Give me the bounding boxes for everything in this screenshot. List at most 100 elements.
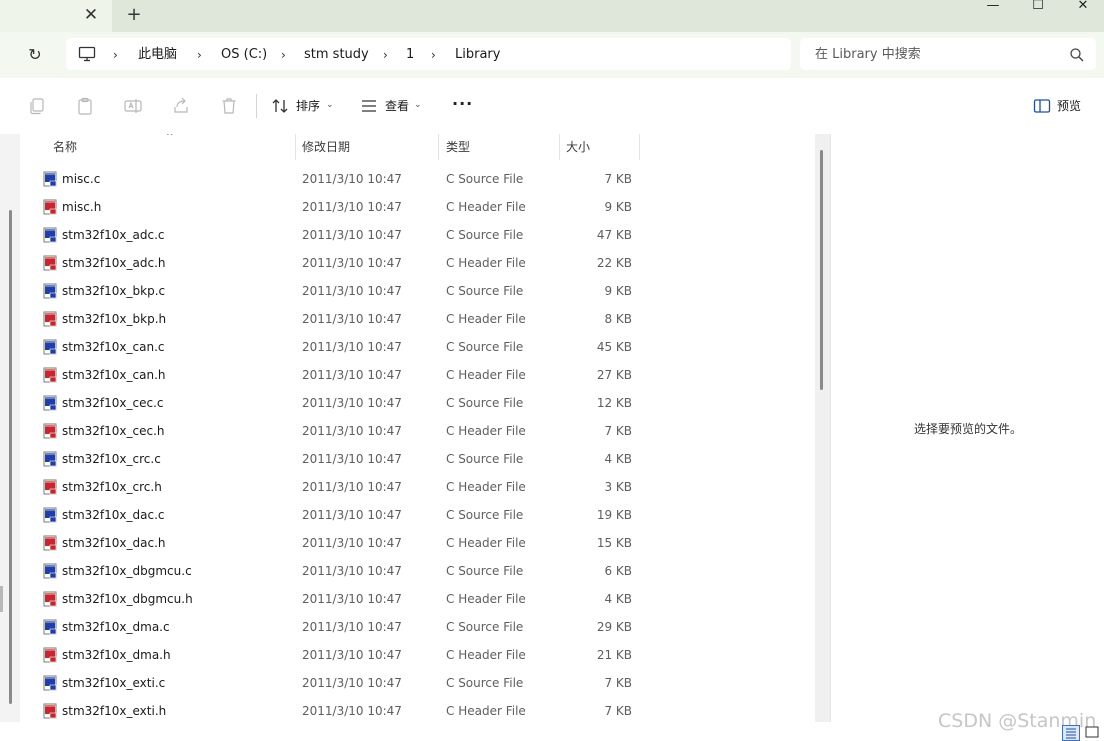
table-row[interactable]: misc.c 2011/3/10 10:47 C Source File 7 KB [20,165,640,193]
c-header-file-icon [43,535,57,551]
breadcrumb-drive-c[interactable]: OS (C:) [221,47,267,63]
table-row[interactable]: stm32f10x_dbgmcu.h 2011/3/10 10:47 C Heade… [20,585,640,613]
breadcrumb-folder-1[interactable]: 1 [406,47,414,63]
rename-icon[interactable] [123,96,143,116]
share-icon[interactable] [171,96,191,116]
new-tab-icon[interactable]: + [125,6,143,24]
view-icon[interactable] [359,96,379,116]
file-type: C Source File [446,620,524,634]
file-size: 22 KB [596,256,632,270]
close-window-icon[interactable]: ✕ [1060,0,1104,14]
table-row[interactable]: stm32f10x_dac.c 2011/3/10 10:47 C Source F… [20,501,640,529]
column-header-date[interactable]: 修改日期 [302,134,350,160]
column-divider[interactable] [559,134,560,160]
table-row[interactable]: stm32f10x_exti.c 2011/3/10 10:47 C Source … [20,669,640,697]
breadcrumb-stm-study[interactable]: stm study [304,47,369,63]
column-divider[interactable] [295,134,296,160]
file-type: C Source File [446,452,524,466]
file-date: 2011/3/10 10:47 [302,228,402,242]
file-list-scrollbar[interactable] [815,134,830,722]
large-icons-view-icon[interactable] [1084,725,1100,739]
navigation-pane-scrollbar[interactable] [9,210,12,704]
scrollbar-thumb[interactable] [820,150,823,390]
table-row[interactable]: stm32f10x_exti.h 2011/3/10 10:47 C Header … [20,697,640,722]
paste-icon[interactable] [75,96,95,116]
file-type: C Header File [446,200,526,214]
c-header-file-icon [43,367,57,383]
c-source-file-icon [43,395,57,411]
table-row[interactable]: stm32f10x_adc.h 2011/3/10 10:47 C Header F… [20,249,640,277]
file-size: 3 KB [604,480,632,494]
table-row[interactable]: stm32f10x_adc.c 2011/3/10 10:47 C Source F… [20,221,640,249]
sort-icon[interactable] [270,96,290,116]
breadcrumb-this-pc[interactable]: 此电脑 [138,47,177,63]
search-icon[interactable] [1069,47,1085,63]
file-name: stm32f10x_dbgmcu.c [62,564,192,578]
refresh-icon[interactable]: ↻ [24,44,46,66]
minimize-icon[interactable]: — [970,0,1016,14]
c-header-file-icon [43,423,57,439]
table-row[interactable]: stm32f10x_cec.c 2011/3/10 10:47 C Source F… [20,389,640,417]
file-size: 47 KB [596,228,632,242]
delete-icon[interactable] [219,96,239,116]
breadcrumb-separator[interactable]: › [281,47,286,63]
chevron-down-icon[interactable]: ⌄ [414,99,422,111]
preview-button[interactable]: 预览 [1057,98,1081,114]
table-row[interactable]: stm32f10x_dbgmcu.c 2011/3/10 10:47 C Sourc… [20,557,640,585]
breadcrumb-separator[interactable]: › [113,47,118,63]
details-view-icon[interactable] [1062,725,1080,741]
table-row[interactable]: stm32f10x_can.c 2011/3/10 10:47 C Source F… [20,333,640,361]
toolbar-divider [256,94,257,118]
more-options-button[interactable]: ··· [452,96,473,112]
column-divider[interactable] [438,134,439,160]
c-source-file-icon [43,171,57,187]
file-size: 7 KB [604,424,632,438]
table-row[interactable]: stm32f10x_dac.h 2011/3/10 10:47 C Header F… [20,529,640,557]
maximize-icon[interactable]: ☐ [1015,0,1061,14]
breadcrumb-separator[interactable]: › [431,47,436,63]
preview-pane-icon[interactable] [1032,96,1052,116]
table-row[interactable]: stm32f10x_bkp.c 2011/3/10 10:47 C Source F… [20,277,640,305]
close-tab-icon[interactable]: ✕ [83,6,99,24]
copy-icon[interactable] [27,96,47,116]
column-divider[interactable] [639,134,640,160]
file-date: 2011/3/10 10:47 [302,368,402,382]
breadcrumb-separator[interactable]: › [197,47,202,63]
file-type: C Source File [446,172,524,186]
file-date: 2011/3/10 10:47 [302,648,402,662]
c-source-file-icon [43,619,57,635]
title-bar: ✕ + — ☐ ✕ [0,0,1104,32]
search-input[interactable]: 在 Library 中搜索 [815,47,921,63]
table-row[interactable]: stm32f10x_bkp.h 2011/3/10 10:47 C Header F… [20,305,640,333]
file-name: stm32f10x_adc.c [62,228,165,242]
table-row[interactable]: stm32f10x_can.h 2011/3/10 10:47 C Header F… [20,361,640,389]
table-row[interactable]: misc.h 2011/3/10 10:47 C Header File 9 KB [20,193,640,221]
table-row[interactable]: stm32f10x_cec.h 2011/3/10 10:47 C Header F… [20,417,640,445]
file-type: C Header File [446,480,526,494]
file-date: 2011/3/10 10:47 [302,312,402,326]
file-date: 2011/3/10 10:47 [302,396,402,410]
file-type: C Header File [446,648,526,662]
breadcrumb-separator[interactable]: › [383,47,388,63]
breadcrumb-library[interactable]: Library [455,47,500,63]
file-name: stm32f10x_cec.h [62,424,165,438]
file-size: 6 KB [604,564,632,578]
table-row[interactable]: stm32f10x_crc.c 2011/3/10 10:47 C Source F… [20,445,640,473]
view-button[interactable]: 查看 [385,98,409,114]
table-row[interactable]: stm32f10x_crc.h 2011/3/10 10:47 C Header F… [20,473,640,501]
table-row[interactable]: stm32f10x_dma.c 2011/3/10 10:47 C Source F… [20,613,640,641]
file-name: stm32f10x_adc.h [62,256,166,270]
this-pc-icon[interactable] [78,46,96,62]
column-header-size[interactable]: 大小 [566,134,590,160]
file-name: stm32f10x_crc.h [62,480,162,494]
file-size: 7 KB [604,172,632,186]
chevron-down-icon[interactable]: ⌄ [326,99,334,111]
active-tab[interactable]: ✕ [0,0,112,32]
file-type: C Header File [446,368,526,382]
table-row[interactable]: stm32f10x_dma.h 2011/3/10 10:47 C Header F… [20,641,640,669]
sort-button[interactable]: 排序 [296,98,320,114]
column-header-type[interactable]: 类型 [446,134,470,160]
column-header-name[interactable]: 名称 [53,134,77,160]
file-name: stm32f10x_dbgmcu.h [62,592,193,606]
file-date: 2011/3/10 10:47 [302,256,402,270]
